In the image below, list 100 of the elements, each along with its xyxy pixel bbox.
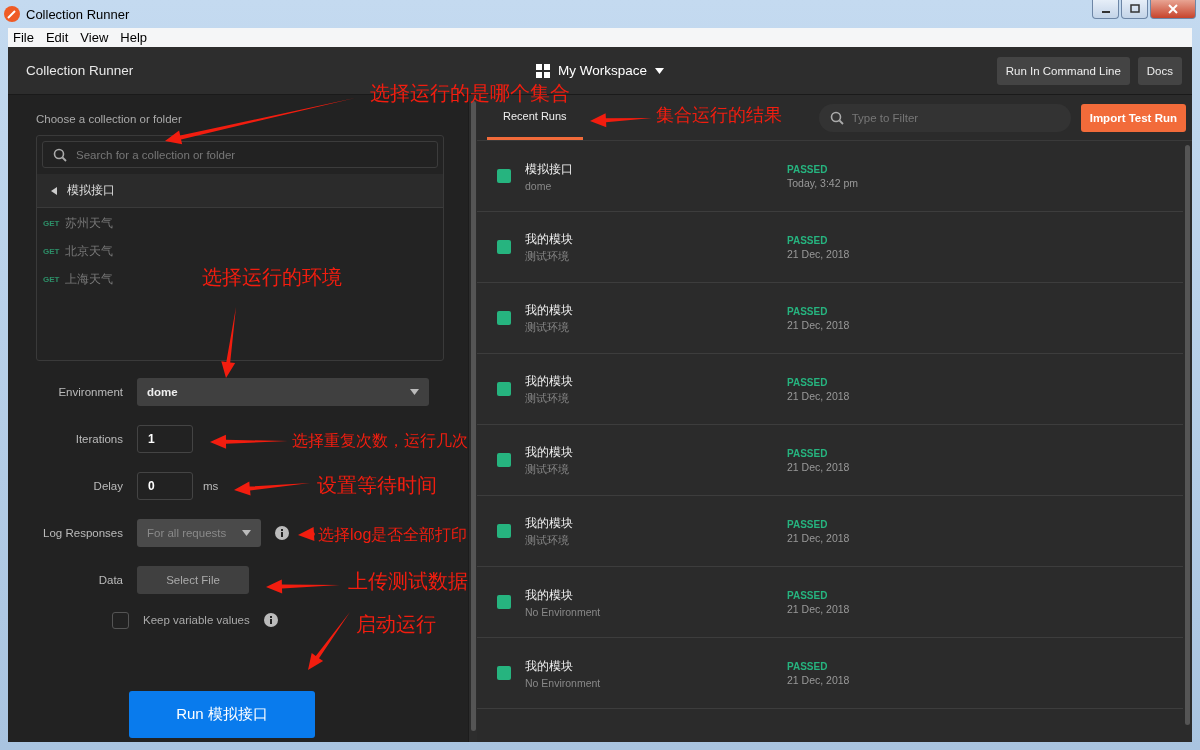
run-item[interactable]: 我的模块 测试环境 PASSED 21 Dec, 2018	[477, 354, 1183, 425]
run-item[interactable]: 我的模块 No Environment PASSED 21 Dec, 2018	[477, 638, 1183, 709]
run-date: Today, 3:42 pm	[787, 176, 858, 189]
run-item[interactable]: 我的模块 测试环境 PASSED 21 Dec, 2018	[477, 425, 1183, 496]
grid-icon	[536, 63, 550, 78]
keep-values-checkbox[interactable]	[112, 611, 129, 629]
annotation-text: 集合运行的结果	[656, 106, 782, 126]
field-label: Iterations	[74, 433, 123, 445]
run-environment: No Environment	[525, 676, 602, 689]
status-square-icon	[497, 382, 511, 396]
search-field[interactable]: Search for a collection or folder	[42, 141, 438, 168]
run-environment: 测试环境	[525, 533, 570, 548]
run-status: PASSED	[787, 589, 829, 601]
minimize-button[interactable]	[1092, 0, 1119, 19]
run-date: 21 Dec, 2018	[787, 673, 850, 686]
run-button[interactable]: Run 模拟接口	[129, 691, 315, 738]
run-date: 21 Dec, 2018	[787, 318, 850, 331]
run-name: 我的模块	[525, 514, 574, 532]
run-item[interactable]: 模拟接口 dome PASSED Today, 3:42 pm	[477, 141, 1183, 212]
request-item[interactable]: 北京天气	[65, 242, 114, 260]
status-square-icon	[497, 595, 511, 609]
caret-icon	[655, 67, 665, 74]
select-file-button[interactable]: Select File	[137, 566, 249, 594]
close-icon	[1168, 4, 1178, 14]
method-label: GET	[43, 218, 60, 228]
caret-icon	[242, 530, 251, 536]
run-environment: 测试环境	[525, 391, 570, 406]
run-status: PASSED	[787, 163, 829, 175]
workspace-switcher[interactable]: My Workspace	[536, 63, 665, 78]
environment-dropdown[interactable]: dome	[137, 378, 429, 406]
run-name: 我的模块	[525, 301, 574, 319]
menu-item[interactable]: View	[80, 30, 109, 45]
menu-item[interactable]: Help	[120, 30, 148, 45]
run-status: PASSED	[787, 518, 829, 530]
run-date: 21 Dec, 2018	[787, 531, 850, 544]
method-label: GET	[43, 246, 60, 256]
maximize-button[interactable]	[1121, 0, 1148, 19]
run-name: 模拟接口	[525, 160, 574, 178]
filter-field[interactable]: Type to Filter	[818, 103, 1071, 132]
scrollbar-thumb[interactable]	[470, 101, 476, 731]
delay-field[interactable]: 0	[137, 472, 193, 500]
annotation-arrow	[221, 307, 236, 378]
run-environment: 测试环境	[525, 462, 570, 477]
run-status: PASSED	[787, 234, 829, 246]
annotation-text: 选择log是否全部打印	[318, 526, 468, 544]
run-environment: 测试环境	[525, 249, 570, 264]
iterations-field[interactable]: 1	[137, 425, 193, 453]
annotation-arrow	[298, 527, 315, 541]
status-square-icon	[497, 169, 511, 183]
folder-header[interactable]: 模拟接口	[37, 174, 443, 208]
menu-item[interactable]: Edit	[45, 30, 69, 45]
menu-item[interactable]: File	[13, 30, 34, 45]
status-square-icon	[497, 311, 511, 325]
status-square-icon	[497, 524, 511, 538]
run-status: PASSED	[787, 447, 829, 459]
run-date: 21 Dec, 2018	[787, 460, 850, 473]
search-icon	[829, 110, 844, 125]
request-item[interactable]: 苏州天气	[65, 214, 114, 232]
run-date: 21 Dec, 2018	[787, 602, 850, 615]
field-label: Log Responses	[42, 527, 123, 539]
close-button[interactable]	[1150, 0, 1196, 19]
header-button[interactable]: Docs	[1137, 56, 1182, 85]
caret-icon	[410, 389, 419, 395]
status-square-icon	[497, 666, 511, 680]
run-status: PASSED	[787, 660, 829, 672]
checkbox-label: Keep variable values	[143, 614, 250, 626]
run-status: PASSED	[787, 305, 829, 317]
run-name: 我的模块	[525, 372, 574, 390]
run-item[interactable]: 我的模块 测试环境 PASSED 21 Dec, 2018	[477, 212, 1183, 283]
annotation-text: 设置等待时间	[317, 474, 437, 496]
annotation-text: 启动运行	[356, 613, 436, 635]
run-environment: 测试环境	[525, 320, 570, 335]
scrollbar-thumb[interactable]	[1185, 145, 1190, 725]
maximize-icon	[1129, 4, 1140, 14]
run-date: 21 Dec, 2018	[787, 389, 850, 402]
status-square-icon	[497, 453, 511, 467]
request-item[interactable]: 上海天气	[65, 270, 114, 288]
run-item[interactable]: 我的模块 测试环境 PASSED 21 Dec, 2018	[477, 496, 1183, 567]
run-name: 我的模块	[525, 586, 574, 604]
annotation-text: 选择重复次数，运行几次	[292, 432, 468, 450]
header-button[interactable]: Run In Command Line	[996, 56, 1130, 85]
app-title: Collection Runner	[26, 63, 135, 78]
annotation-text: 选择运行的环境	[202, 266, 342, 288]
run-item[interactable]: 我的模块 No Environment PASSED 21 Dec, 2018	[477, 567, 1183, 638]
field-label: Delay	[92, 480, 123, 492]
field-label: Environment	[57, 386, 123, 398]
back-caret-icon	[51, 186, 57, 195]
window-title: Collection Runner	[26, 6, 130, 22]
run-date: 21 Dec, 2018	[787, 247, 850, 260]
run-status: PASSED	[787, 376, 829, 388]
info-icon	[263, 613, 278, 627]
status-square-icon	[497, 240, 511, 254]
field-label: Data	[97, 574, 123, 586]
method-label: GET	[43, 274, 60, 284]
annotation-text: 上传测试数据	[348, 570, 468, 592]
section-label: Choose a collection or folder	[36, 113, 183, 125]
annotation-arrow	[308, 612, 350, 670]
run-item[interactable]: 我的模块 测试环境 PASSED 21 Dec, 2018	[477, 283, 1183, 354]
run-name: 我的模块	[525, 443, 574, 461]
minimize-icon	[1101, 11, 1110, 13]
